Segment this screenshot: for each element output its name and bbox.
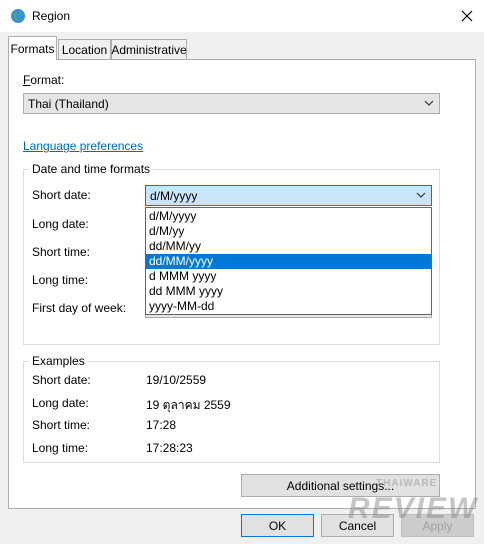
- group-title: Date and time formats: [29, 162, 154, 176]
- long-date-label: Long date:: [32, 217, 89, 231]
- examples-title: Examples: [29, 354, 88, 368]
- tab-label: Formats: [10, 41, 55, 56]
- tab-administrative[interactable]: Administrative: [111, 39, 187, 59]
- dropdown-option[interactable]: dd MMM yyyy: [146, 284, 431, 299]
- dropdown-option[interactable]: d/M/yy: [146, 224, 431, 239]
- example-long-date-label: Long date:: [32, 396, 89, 410]
- example-short-date-value: 19/10/2559: [146, 373, 207, 387]
- dropdown-option[interactable]: yyyy-MM-dd: [146, 299, 431, 314]
- watermark-bottom: REVIEW: [348, 492, 479, 525]
- ok-button[interactable]: OK: [241, 514, 314, 537]
- short-date-select[interactable]: d/M/yyyy: [145, 185, 432, 206]
- example-short-date-label: Short date:: [32, 373, 91, 387]
- example-short-time-label: Short time:: [32, 418, 91, 432]
- chevron-down-icon: [424, 97, 434, 112]
- dropdown-option[interactable]: dd/MM/yy: [146, 239, 431, 254]
- example-long-time-value: 17:28:23: [146, 441, 193, 455]
- first-day-label: First day of week:: [32, 301, 127, 315]
- tab-label: Location: [61, 42, 108, 57]
- dropdown-option-selected[interactable]: dd/MM/yyyy: [146, 254, 431, 269]
- example-long-time-label: Long time:: [32, 441, 89, 455]
- close-icon[interactable]: [454, 4, 480, 28]
- format-select[interactable]: Thai (Thailand): [23, 93, 440, 114]
- chevron-down-icon: [416, 189, 426, 204]
- short-date-dropdown-list: d/M/yyyy d/M/yy dd/MM/yy dd/MM/yyyy d MM…: [145, 207, 432, 315]
- long-time-label: Long time:: [32, 273, 89, 287]
- tab-label: Administrative: [111, 42, 187, 57]
- dropdown-option[interactable]: d MMM yyyy: [146, 269, 431, 284]
- title-bar: Region: [0, 0, 484, 32]
- format-value: Thai (Thailand): [28, 96, 109, 111]
- dropdown-option[interactable]: d/M/yyyy: [146, 209, 431, 224]
- short-date-value: d/M/yyyy: [150, 188, 198, 203]
- window-title: Region: [32, 9, 71, 23]
- example-short-time-value: 17:28: [146, 418, 177, 432]
- short-date-label: Short date:: [32, 188, 91, 202]
- tab-location[interactable]: Location: [58, 39, 111, 59]
- tab-formats[interactable]: Formats: [8, 36, 57, 60]
- short-time-label: Short time:: [32, 245, 91, 259]
- format-label: Format:: [23, 73, 65, 87]
- watermark-top: THAIWARE: [376, 478, 438, 489]
- example-long-date-value: 19 ตุลาคม 2559: [146, 398, 231, 412]
- globe-icon: [10, 8, 26, 24]
- language-preferences-link[interactable]: Language preferences: [23, 139, 143, 153]
